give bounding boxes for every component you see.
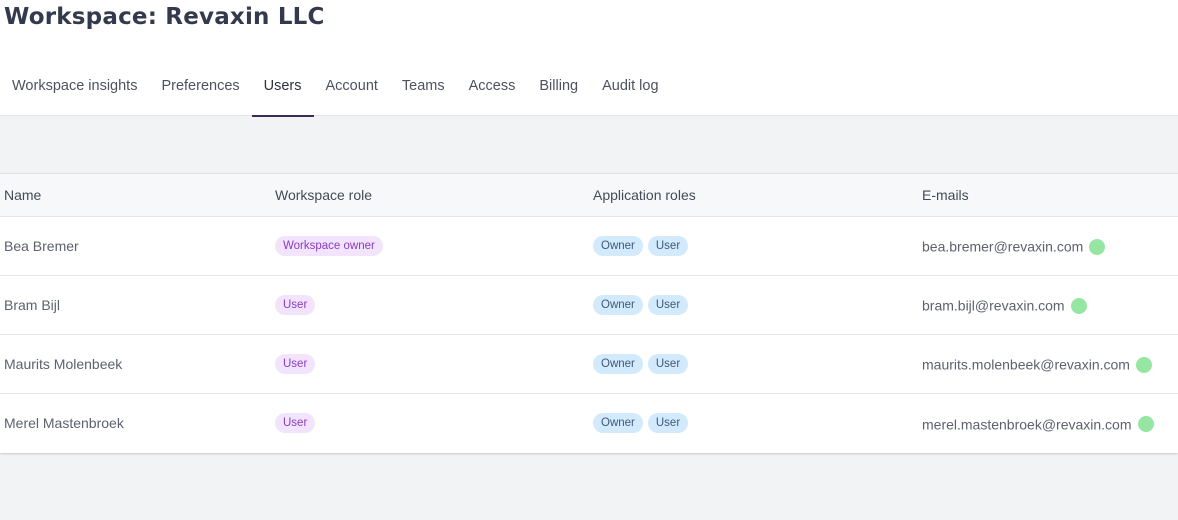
email-verified-status-icon xyxy=(1135,356,1152,373)
column-header-emails[interactable]: E-mails xyxy=(918,174,1178,217)
column-header-name[interactable]: Name xyxy=(0,174,271,217)
user-email: bram.bijl@revaxin.com xyxy=(922,297,1065,314)
user-email: bea.bremer@revaxin.com xyxy=(922,238,1084,255)
user-email: merel.mastenbroek@revaxin.com xyxy=(922,415,1132,432)
tab-billing[interactable]: Billing xyxy=(527,70,590,116)
email-cell: maurits.molenbeek@revaxin.com xyxy=(918,335,1178,394)
user-name: Merel Mastenbroek xyxy=(4,415,124,432)
email-cell: merel.mastenbroek@revaxin.com xyxy=(918,394,1178,453)
content-spacer xyxy=(0,116,1178,173)
column-header-application-roles[interactable]: Application roles xyxy=(589,174,918,217)
email-cell: bram.bijl@revaxin.com xyxy=(918,276,1178,335)
application-roles-cell: Owner User xyxy=(589,335,918,394)
page-header: Workspace: Revaxin LLC Workspace insight… xyxy=(0,0,1178,117)
application-roles-cell: Owner User xyxy=(589,394,918,453)
app-role-badge: Owner xyxy=(593,295,643,315)
email-verified-status-icon xyxy=(1070,297,1087,314)
tab-bar: Workspace insights Preferences Users Acc… xyxy=(0,70,671,117)
table-row[interactable]: Bram Bijl User Owner User bram.bijl@revax… xyxy=(0,276,1178,335)
application-roles-cell: Owner User xyxy=(589,276,918,335)
users-table-container: Name Workspace role Application roles E-… xyxy=(0,173,1178,453)
app-role-badge: Owner xyxy=(593,413,643,434)
users-table: Name Workspace role Application roles E-… xyxy=(0,173,1178,453)
workspace-role-cell: User xyxy=(271,335,589,394)
app-role-badge: User xyxy=(647,236,689,256)
workspace-role-badge: Workspace owner xyxy=(275,236,383,256)
app-role-badge: User xyxy=(647,295,689,315)
tab-account[interactable]: Account xyxy=(314,70,390,116)
tab-users[interactable]: Users xyxy=(251,70,314,117)
app-role-badge: User xyxy=(647,413,689,434)
workspace-role-badge: User xyxy=(275,295,316,315)
workspace-role-cell: Workspace owner xyxy=(271,217,589,276)
tab-workspace-insights[interactable]: Workspace insights xyxy=(0,70,149,116)
tab-teams[interactable]: Teams xyxy=(390,70,457,116)
user-name: Bea Bremer xyxy=(4,238,79,254)
user-name: Bram Bijl xyxy=(4,297,61,313)
application-roles-cell: Owner User xyxy=(589,217,918,276)
app-role-badge: User xyxy=(647,354,689,374)
table-header-row: Name Workspace role Application roles E-… xyxy=(0,173,1178,217)
user-email: maurits.molenbeek@revaxin.com xyxy=(922,356,1130,373)
app-role-badge: Owner xyxy=(593,354,643,374)
table-row[interactable]: Merel Mastenbroek User Owner User merel.m… xyxy=(0,394,1178,453)
tab-audit-log[interactable]: Audit log xyxy=(590,70,670,116)
tab-preferences[interactable]: Preferences xyxy=(149,70,251,116)
user-name: Maurits Molenbeek xyxy=(4,356,123,372)
tab-access[interactable]: Access xyxy=(457,70,528,116)
page-title: Workspace: Revaxin LLC xyxy=(4,4,325,30)
email-cell: bea.bremer@revaxin.com xyxy=(918,217,1178,276)
email-verified-status-icon xyxy=(1089,238,1106,255)
workspace-role-cell: User xyxy=(271,276,589,335)
workspace-role-cell: User xyxy=(271,394,589,453)
workspace-role-badge: User xyxy=(275,354,316,374)
column-header-workspace-role[interactable]: Workspace role xyxy=(271,174,589,217)
table-row[interactable]: Maurits Molenbeek User Owner User maurits… xyxy=(0,335,1178,394)
app-role-badge: Owner xyxy=(593,236,643,256)
workspace-role-badge: User xyxy=(275,413,316,434)
table-row[interactable]: Bea Bremer Workspace owner Owner User bea… xyxy=(0,217,1178,276)
email-verified-status-icon xyxy=(1137,415,1154,432)
